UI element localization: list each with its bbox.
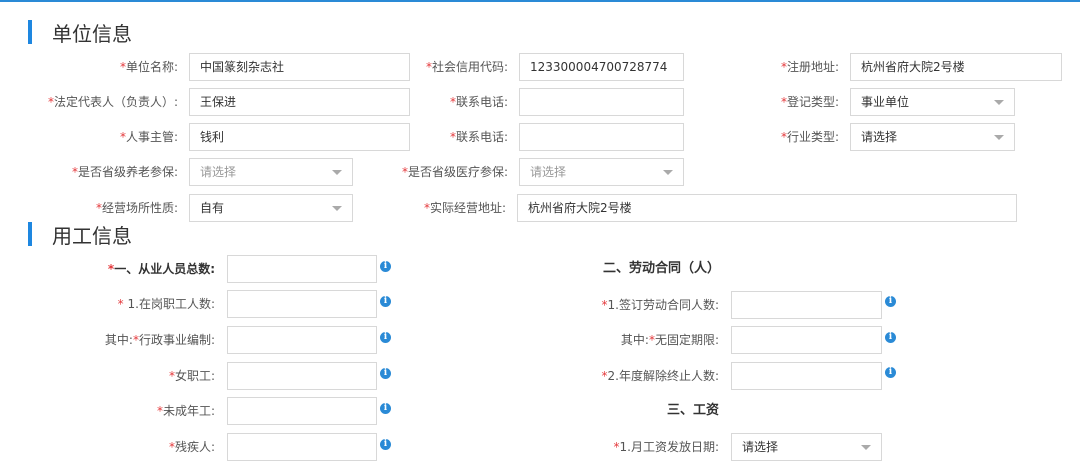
info-icon[interactable]: i: [885, 332, 896, 343]
pay-date-select[interactable]: 请选择: [731, 433, 882, 461]
section-employment-info: 用工信息: [28, 222, 132, 248]
on-job-field[interactable]: [227, 290, 377, 318]
reg-type-label: *登记类型:: [780, 95, 839, 109]
credit-code-label: *社会信用代码:: [425, 60, 508, 74]
wage-subheading: 三、工资: [667, 403, 720, 418]
section-title: 用工信息: [52, 223, 132, 248]
chevron-down-icon: [994, 100, 1004, 105]
chevron-down-icon: [861, 445, 871, 450]
section-unit-info: 单位信息: [28, 20, 132, 46]
info-icon[interactable]: i: [380, 261, 391, 272]
premises-select[interactable]: 自有: [189, 194, 353, 222]
medical-select[interactable]: 请选择: [519, 158, 684, 186]
terminated-label: *2.年度解除终止人数:: [601, 369, 720, 383]
open-ended-field[interactable]: [731, 326, 882, 354]
top-accent-line: [0, 0, 1080, 2]
pay-date-value: 请选择: [742, 440, 779, 454]
industry-type-value: 请选择: [861, 130, 898, 144]
total-staff-field[interactable]: [227, 255, 377, 283]
reg-type-select[interactable]: 事业单位: [850, 88, 1015, 116]
pension-value: 请选择: [200, 165, 237, 179]
phone2-field[interactable]: [519, 123, 684, 151]
pension-select[interactable]: 请选择: [189, 158, 353, 186]
info-icon[interactable]: i: [380, 332, 391, 343]
section-marker: [28, 222, 32, 246]
reg-address-label: *注册地址:: [780, 60, 839, 74]
chevron-down-icon: [332, 206, 342, 211]
unit-name-field[interactable]: 中国篆刻杂志社: [189, 53, 410, 81]
industry-type-label: *行业类型:: [780, 130, 839, 144]
info-icon[interactable]: i: [380, 439, 391, 450]
disabled-staff-field[interactable]: [227, 433, 377, 461]
reg-address-field[interactable]: 杭州省府大院2号楼: [850, 53, 1062, 81]
chevron-down-icon: [994, 135, 1004, 140]
phone1-label: *联系电话:: [449, 95, 508, 109]
phone1-field[interactable]: [519, 88, 684, 116]
industry-type-select[interactable]: 请选择: [850, 123, 1015, 151]
premises-label: *经营场所性质:: [95, 201, 178, 215]
actual-address-label: *实际经营地址:: [423, 201, 506, 215]
chevron-down-icon: [663, 170, 673, 175]
medical-label: *是否省级医疗参保:: [401, 165, 508, 179]
minor-staff-label: *未成年工:: [156, 404, 215, 418]
legal-rep-field[interactable]: 王保进: [189, 88, 410, 116]
chevron-down-icon: [332, 170, 342, 175]
credit-code-field[interactable]: 123300004700728774: [519, 53, 684, 81]
premises-value: 自有: [200, 201, 225, 215]
legal-rep-label: *法定代表人（负责人）:: [47, 95, 178, 109]
pension-label: *是否省级养老参保:: [71, 165, 178, 179]
medical-value: 请选择: [530, 165, 567, 179]
terminated-field[interactable]: [731, 362, 882, 390]
pay-date-label: *1.月工资发放日期:: [613, 440, 720, 454]
section-marker: [28, 20, 32, 44]
info-icon[interactable]: i: [380, 368, 391, 379]
info-icon[interactable]: i: [885, 296, 896, 307]
signed-contract-field[interactable]: [731, 291, 882, 319]
info-icon[interactable]: i: [885, 367, 896, 378]
hr-manager-field[interactable]: 钱利: [189, 123, 410, 151]
reg-type-value: 事业单位: [861, 95, 910, 109]
hr-manager-label: *人事主管:: [119, 130, 178, 144]
on-job-label: * 1.在岗职工人数:: [117, 297, 215, 311]
phone2-label: *联系电话:: [449, 130, 508, 144]
total-staff-label: *一、从业人员总数:: [107, 262, 215, 276]
minor-staff-field[interactable]: [227, 397, 377, 425]
info-icon[interactable]: i: [380, 296, 391, 307]
info-icon[interactable]: i: [380, 403, 391, 414]
signed-contract-label: *1.签订劳动合同人数:: [601, 298, 720, 312]
female-staff-field[interactable]: [227, 362, 377, 390]
contract-subheading: 二、劳动合同（人）: [603, 261, 721, 276]
actual-address-field[interactable]: 杭州省府大院2号楼: [517, 194, 1017, 222]
admin-staff-field[interactable]: [227, 326, 377, 354]
unit-name-label: *单位名称:: [119, 60, 178, 74]
admin-staff-label: 其中:*行政事业编制:: [104, 333, 215, 347]
section-title: 单位信息: [52, 21, 132, 46]
female-staff-label: *女职工:: [168, 369, 215, 383]
open-ended-label: 其中:*无固定期限:: [620, 333, 719, 347]
disabled-staff-label: *残疾人:: [168, 440, 215, 454]
